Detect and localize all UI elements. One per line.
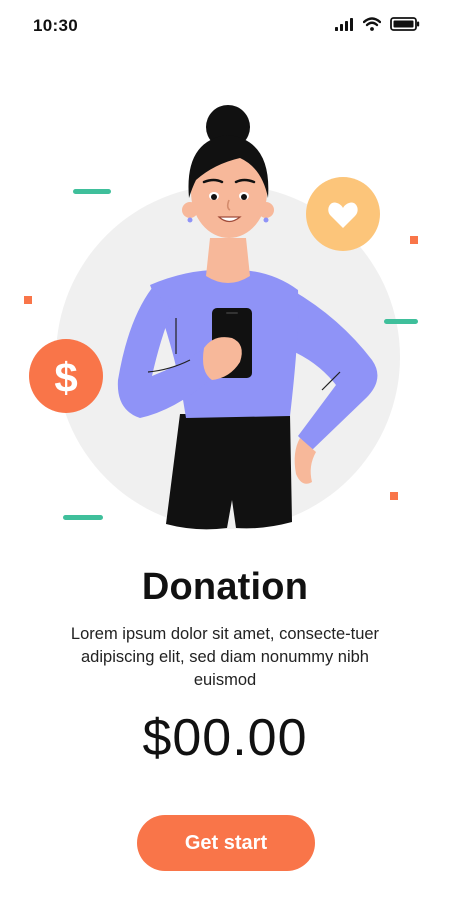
- get-start-button[interactable]: Get start: [137, 815, 315, 871]
- status-icons: [335, 17, 420, 31]
- decor-dash: [73, 189, 111, 194]
- decor-dash: [63, 515, 103, 520]
- wifi-icon: [363, 17, 381, 31]
- skirt: [166, 414, 292, 530]
- donation-illustration: $: [24, 105, 418, 530]
- decor-dot: [24, 296, 32, 304]
- signal-icon: [335, 17, 353, 31]
- coin-symbol: $: [54, 354, 77, 401]
- dollar-coin-icon: $: [29, 339, 103, 413]
- decor-dot: [390, 492, 398, 500]
- decor-dash: [384, 319, 418, 324]
- description-text: Lorem ipsum dolor sit amet, consecte-tue…: [70, 625, 380, 689]
- battery-icon: [390, 17, 420, 31]
- donation-amount: $00.00: [142, 709, 308, 767]
- page-title: Donation: [141, 566, 309, 608]
- decor-dot: [410, 236, 418, 244]
- heart-icon: [306, 177, 380, 251]
- status-bar: 10:30: [0, 0, 450, 52]
- status-time: 10:30: [33, 16, 78, 35]
